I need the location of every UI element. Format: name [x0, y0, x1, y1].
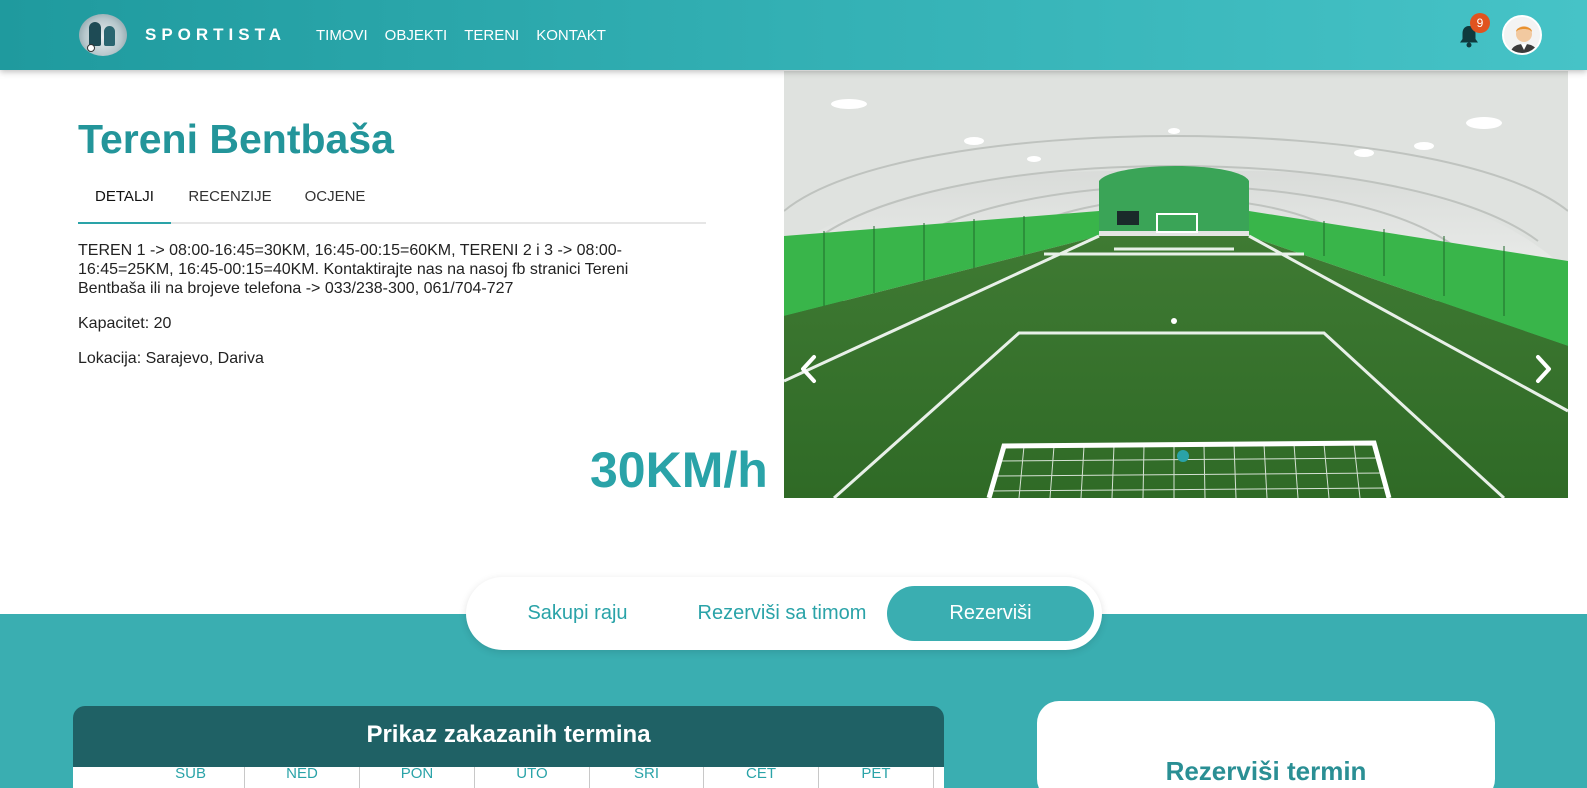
venue-photo	[784, 71, 1568, 498]
carousel-indicator[interactable]	[1177, 450, 1189, 462]
venue-capacity: Kapacitet: 20	[78, 315, 172, 332]
tab-recenzije[interactable]: RECENZIJE	[178, 180, 282, 224]
tab-ocjene[interactable]: OCJENE	[296, 180, 374, 224]
schedule-panel: Prikaz zakazanih termina SUB NED PON UTO…	[73, 706, 944, 788]
day-uto[interactable]: UTO	[475, 766, 590, 788]
venue-title: Tereni Bentbaša	[78, 116, 394, 162]
reserve-button[interactable]: Rezerviši	[887, 586, 1094, 641]
venue-description: TEREN 1 -> 08:00-16:45=30KM, 16:45-00:15…	[78, 242, 629, 297]
chevron-right-icon[interactable]	[1528, 351, 1558, 387]
reserve-title: Rezerviši termin	[1165, 756, 1367, 786]
venue-location: Lokacija: Sarajevo, Dariva	[78, 350, 264, 367]
tab-detalji[interactable]: DETALJI	[78, 180, 171, 224]
day-pet[interactable]: PET	[819, 766, 934, 788]
main-nav: TIMOVI OBJEKTI TERENI KONTAKT	[316, 27, 606, 44]
navbar: SPORTISTA TIMOVI OBJEKTI TERENI KONTAKT …	[0, 0, 1587, 70]
reserve-card: Rezerviši termin	[1037, 701, 1495, 788]
avatar-icon	[1504, 17, 1540, 53]
image-carousel[interactable]	[784, 71, 1568, 498]
schedule-title: Prikaz zakazanih termina	[366, 721, 651, 748]
user-avatar[interactable]	[1502, 15, 1542, 55]
nav-link-timovi[interactable]: TIMOVI	[316, 27, 368, 44]
nav-link-tereni[interactable]: TERENI	[464, 27, 519, 44]
notification-badge: 9	[1470, 13, 1490, 33]
day-ned[interactable]: NED	[245, 766, 360, 788]
nav-link-kontakt[interactable]: KONTAKT	[536, 27, 606, 44]
gather-team-button[interactable]: Sakupi raju	[506, 586, 649, 641]
logo-image[interactable]	[79, 14, 127, 56]
day-sub[interactable]: SUB	[73, 766, 245, 788]
brand-name[interactable]: SPORTISTA	[145, 25, 286, 45]
booking-options: Sakupi raju Rezerviši sa timom Rezerviši	[466, 577, 1102, 650]
reserve-with-team-button[interactable]: Rezerviši sa timom	[690, 586, 874, 641]
chevron-left-icon[interactable]	[794, 351, 824, 387]
nav-link-objekti[interactable]: OBJEKTI	[385, 27, 448, 44]
day-cet[interactable]: CET	[704, 766, 819, 788]
day-pon[interactable]: PON	[360, 766, 475, 788]
venue-price: 30KM/h	[590, 442, 768, 498]
schedule-days: SUB NED PON UTO SRI CET PET	[73, 766, 944, 788]
day-sri[interactable]: SRI	[590, 766, 704, 788]
venue-tabs: DETALJI RECENZIJE OCJENE	[78, 180, 706, 224]
